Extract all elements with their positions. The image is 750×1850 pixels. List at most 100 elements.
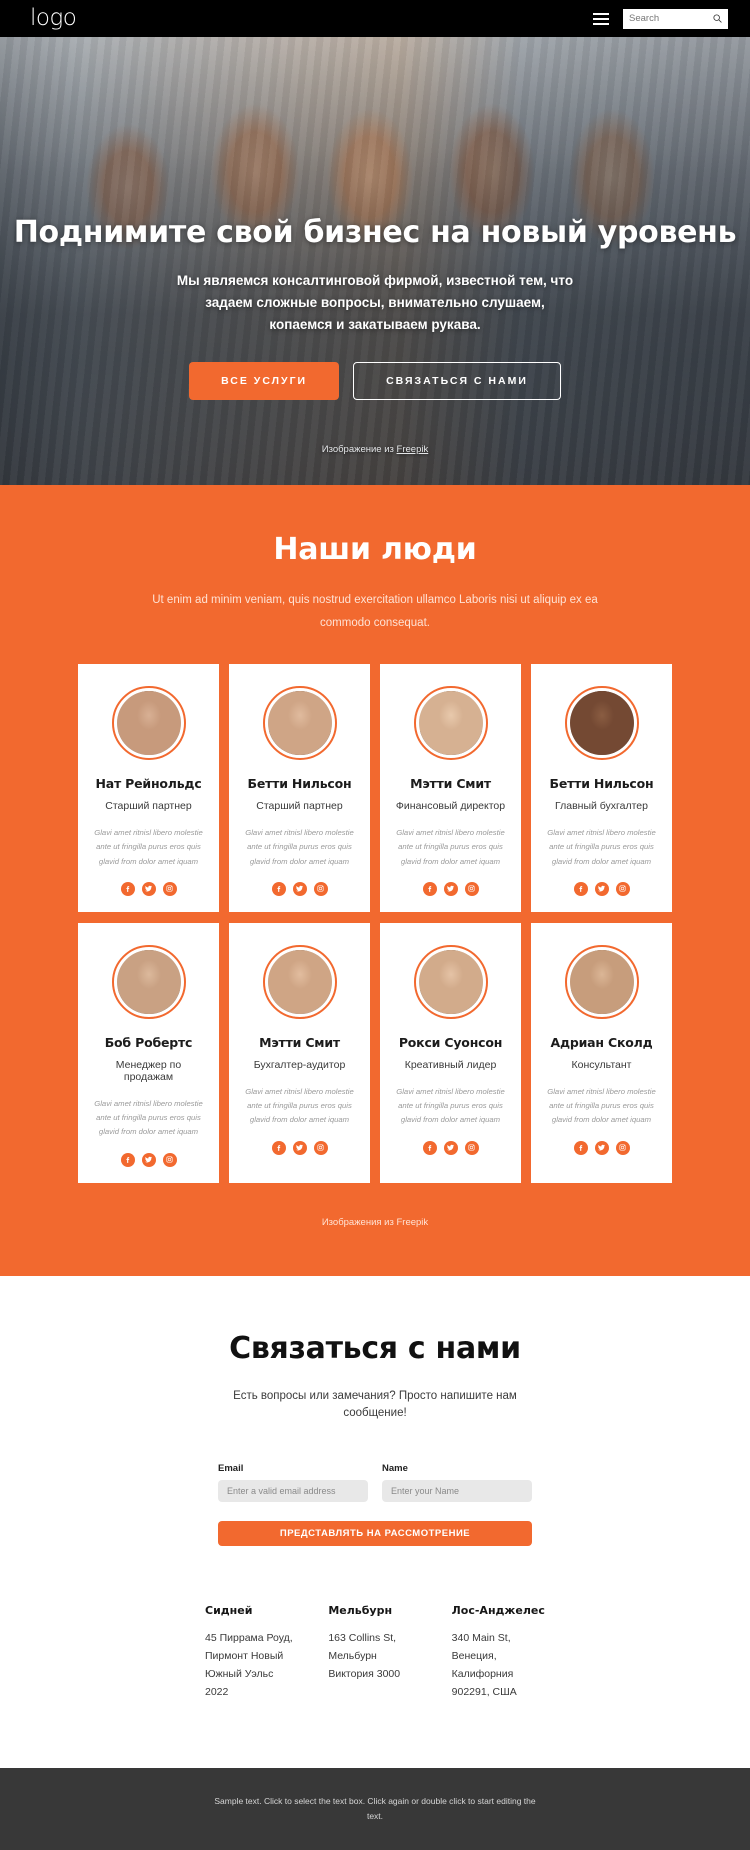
hamburger-bar xyxy=(593,17,609,20)
team-card: Мэтти Смит Финансовый директор Glavi ame… xyxy=(380,664,521,912)
email-input[interactable] xyxy=(218,1480,368,1503)
facebook-icon[interactable] xyxy=(120,881,135,896)
member-name: Рокси Суонсон xyxy=(398,1034,503,1050)
hamburger-icon[interactable] xyxy=(593,12,609,25)
team-image-credit: Изображения из Freepik xyxy=(321,1216,429,1228)
address-city: Сидней xyxy=(205,1604,253,1618)
hero-title: Поднимите свой бизнес на новый уровень xyxy=(13,215,737,250)
member-description: Glavi amet ritnisl libero molestie ante … xyxy=(94,828,203,866)
twitter-icon[interactable] xyxy=(141,881,156,896)
instagram-icon[interactable] xyxy=(464,1140,479,1155)
twitter-icon[interactable] xyxy=(141,1152,156,1167)
avatar xyxy=(116,949,181,1014)
contact-title: Связаться с нами xyxy=(229,1330,521,1366)
twitter-icon[interactable] xyxy=(443,1140,458,1155)
instagram-icon[interactable] xyxy=(313,881,328,896)
member-description: Glavi amet ritnisl libero molestie ante … xyxy=(547,828,656,866)
team-card: Мэтти Смит Бухгалтер-аудитор Glavi amet … xyxy=(229,922,370,1183)
member-description: Glavi amet ritnisl libero molestie ante … xyxy=(396,1086,505,1125)
hero-credit-link[interactable]: Freepik xyxy=(397,444,429,455)
member-role: Финансовый директор xyxy=(395,800,506,812)
hero-image-credit: Изображение из Freepik xyxy=(0,444,750,455)
address-city: Лос-Анджелес xyxy=(451,1604,545,1618)
email-label: Email xyxy=(218,1463,244,1475)
avatar-ring xyxy=(413,686,488,760)
facebook-icon[interactable] xyxy=(271,881,286,896)
twitter-icon[interactable] xyxy=(443,881,458,896)
member-name: Нат Рейнольдс xyxy=(95,776,202,791)
hero-credit-prefix: Изображение из xyxy=(321,443,397,455)
member-name: Бетти Нильсон xyxy=(549,776,654,791)
address-lines: 45 Пиррама Роуд, Пирмонт Новый Южный Уэл… xyxy=(205,1632,293,1698)
team-title: Наши люди xyxy=(273,532,477,567)
member-role: Креативный лидер xyxy=(404,1058,497,1071)
instagram-icon[interactable] xyxy=(162,1152,177,1167)
address-block: Мельбурн 163 Collins St, Мельбурн Виктор… xyxy=(328,1604,421,1701)
avatar-ring xyxy=(564,944,639,1019)
name-input[interactable] xyxy=(382,1480,532,1503)
avatar-image xyxy=(267,691,332,755)
member-name: Боб Робертс xyxy=(104,1034,193,1050)
instagram-icon[interactable] xyxy=(464,881,479,896)
avatar-image xyxy=(569,949,634,1014)
member-description: Glavi amet ritnisl libero molestie ante … xyxy=(94,1098,203,1137)
team-subtitle: Ut enim ad minim veniam, quis nostrud ex… xyxy=(152,594,598,629)
member-role: Старший партнер xyxy=(105,800,192,812)
member-socials xyxy=(392,881,509,896)
all-services-button[interactable]: ВСЕ УСЛУГИ xyxy=(189,361,340,400)
member-socials xyxy=(241,881,358,896)
instagram-icon[interactable] xyxy=(615,881,630,896)
member-name: Бетти Нильсон xyxy=(247,776,352,791)
member-name: Адриан Сколд xyxy=(550,1034,653,1050)
member-description: Glavi amet ritnisl libero molestie ante … xyxy=(547,1086,656,1125)
contact-us-button[interactable]: СВЯЗАТЬСЯ С НАМИ xyxy=(353,361,561,400)
facebook-icon[interactable] xyxy=(120,1152,135,1167)
avatar-ring xyxy=(262,686,337,760)
submit-button[interactable]: ПРЕДСТАВЛЯТЬ НА РАССМОТРЕНИЕ xyxy=(218,1521,532,1547)
hero-section: Поднимите свой бизнес на новый уровень М… xyxy=(0,37,750,485)
avatar-ring xyxy=(111,944,186,1019)
avatar-image xyxy=(569,691,634,755)
hamburger-bar xyxy=(593,12,609,15)
site-footer: Sample text. Click to select the text bo… xyxy=(0,1767,750,1850)
search-icon[interactable] xyxy=(713,14,722,23)
address-block: Сидней 45 Пиррама Роуд, Пирмонт Новый Юж… xyxy=(205,1604,298,1701)
member-description: Glavi amet ritnisl libero molestie ante … xyxy=(245,1086,354,1125)
team-card: Бетти Нильсон Главный бухгалтер Glavi am… xyxy=(531,664,672,912)
addresses-list: Сидней 45 Пиррама Роуд, Пирмонт Новый Юж… xyxy=(205,1604,545,1767)
twitter-icon[interactable] xyxy=(594,1140,609,1155)
avatar xyxy=(267,691,332,755)
contact-form: Email Name xyxy=(218,1463,532,1503)
search-input[interactable] xyxy=(629,13,722,24)
twitter-icon[interactable] xyxy=(594,881,609,896)
instagram-icon[interactable] xyxy=(313,1140,328,1155)
avatar-ring xyxy=(413,944,488,1019)
contact-subtitle: Есть вопросы или замечания? Просто напиш… xyxy=(233,1389,517,1420)
facebook-icon[interactable] xyxy=(422,881,437,896)
instagram-icon[interactable] xyxy=(615,1140,630,1155)
member-socials xyxy=(90,1152,207,1167)
avatar xyxy=(418,949,483,1014)
avatar-image xyxy=(267,949,332,1014)
avatar xyxy=(116,691,181,755)
member-role: Консультант xyxy=(571,1058,632,1071)
hero-content: Поднимите свой бизнес на новый уровень М… xyxy=(0,37,750,455)
facebook-icon[interactable] xyxy=(573,1140,588,1155)
avatar xyxy=(569,691,634,755)
member-role: Бухгалтер-аудитор xyxy=(253,1058,346,1071)
facebook-icon[interactable] xyxy=(271,1140,286,1155)
email-field-group: Email xyxy=(218,1463,368,1503)
avatar-image xyxy=(418,691,483,755)
team-card: Боб Робертс Менеджер по продажам Glavi a… xyxy=(78,922,219,1183)
twitter-icon[interactable] xyxy=(292,1140,307,1155)
address-city: Мельбурн xyxy=(328,1604,393,1618)
hero-subtitle: Мы являемся консалтинговой фирмой, извес… xyxy=(176,273,574,332)
name-label: Name xyxy=(382,1463,408,1475)
address-lines: 340 Main St, Венеция, Калифорния 902291,… xyxy=(451,1632,517,1698)
site-logo[interactable]: logo xyxy=(30,7,77,30)
instagram-icon[interactable] xyxy=(162,881,177,896)
search-box[interactable] xyxy=(623,8,728,29)
facebook-icon[interactable] xyxy=(573,881,588,896)
facebook-icon[interactable] xyxy=(422,1140,437,1155)
twitter-icon[interactable] xyxy=(292,881,307,896)
